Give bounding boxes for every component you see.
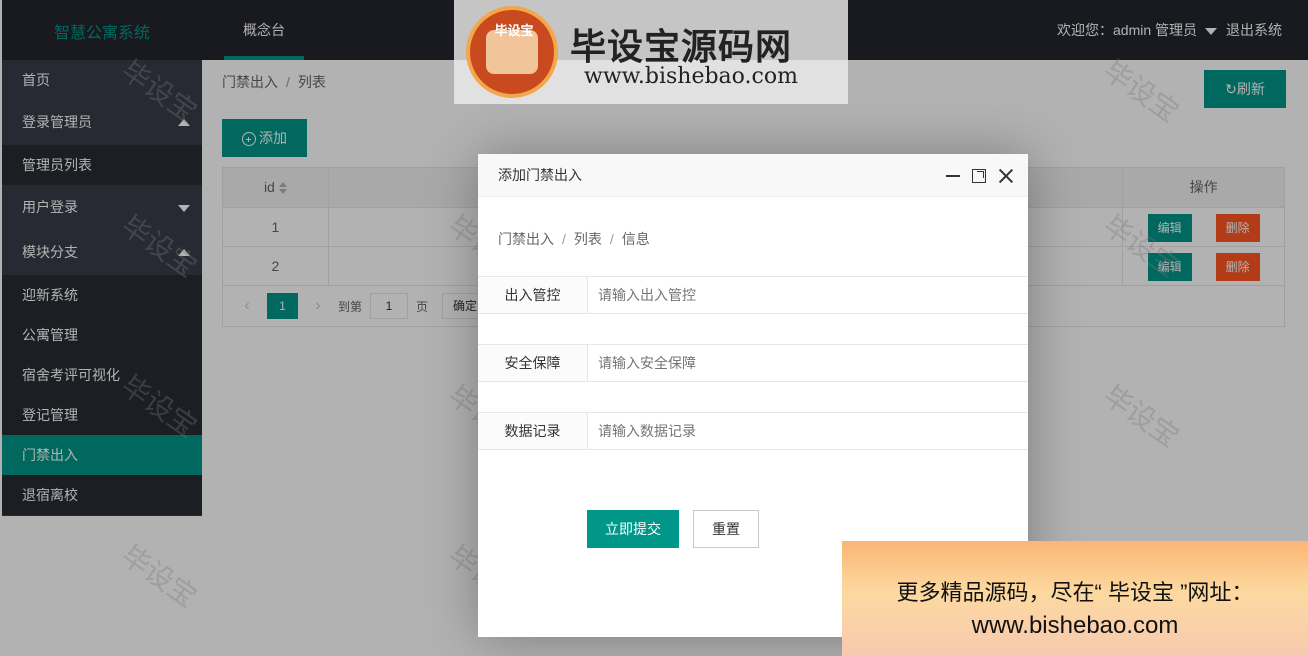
field-label: 出入管控 <box>478 277 588 313</box>
breadcrumb-item[interactable]: 列表 <box>574 231 602 247</box>
promo-url: www.bishebao.com <box>971 612 1179 639</box>
close-icon[interactable] <box>998 168 1014 184</box>
form-row-safety: 安全保障 <box>478 344 1028 382</box>
modal-tools <box>946 154 1014 197</box>
banner-title: 毕设宝源码网 <box>570 26 793 67</box>
field-label: 安全保障 <box>478 345 588 381</box>
breadcrumb-item[interactable]: 门禁出入 <box>498 231 554 247</box>
form-row-records: 数据记录 <box>478 412 1028 450</box>
reset-button[interactable]: 重置 <box>693 510 759 548</box>
maximize-icon[interactable] <box>972 168 986 183</box>
promo-line: 更多精品源码，尽在“ 毕设宝 ”网址： <box>896 580 1254 605</box>
promo-banner: 更多精品源码，尽在“ 毕设宝 ”网址： www.bishebao.com <box>842 541 1308 656</box>
field-label: 数据记录 <box>478 413 588 449</box>
brand-logo-text: 毕设宝 <box>494 23 534 38</box>
minimize-icon[interactable] <box>946 174 960 177</box>
modal-breadcrumb: 门禁出入 / 列表 / 信息 <box>498 229 650 249</box>
safety-input[interactable] <box>588 345 1028 381</box>
breadcrumb-separator: / <box>562 231 566 247</box>
form-row-control: 出入管控 <box>478 276 1028 314</box>
modal-header: 添加门禁出入 <box>478 154 1028 197</box>
breadcrumb-item: 信息 <box>621 231 650 247</box>
brand-logo: 毕设宝 <box>466 6 558 98</box>
submit-button[interactable]: 立即提交 <box>587 510 679 548</box>
breadcrumb-separator: / <box>609 231 614 247</box>
records-input[interactable] <box>588 413 1028 449</box>
modal-title: 添加门禁出入 <box>498 167 582 183</box>
watermark-banner: 毕设宝 毕设宝源码网 www.bishebao.com <box>454 0 848 104</box>
control-input[interactable] <box>588 277 1028 313</box>
banner-url: www.bishebao.com <box>584 64 798 89</box>
